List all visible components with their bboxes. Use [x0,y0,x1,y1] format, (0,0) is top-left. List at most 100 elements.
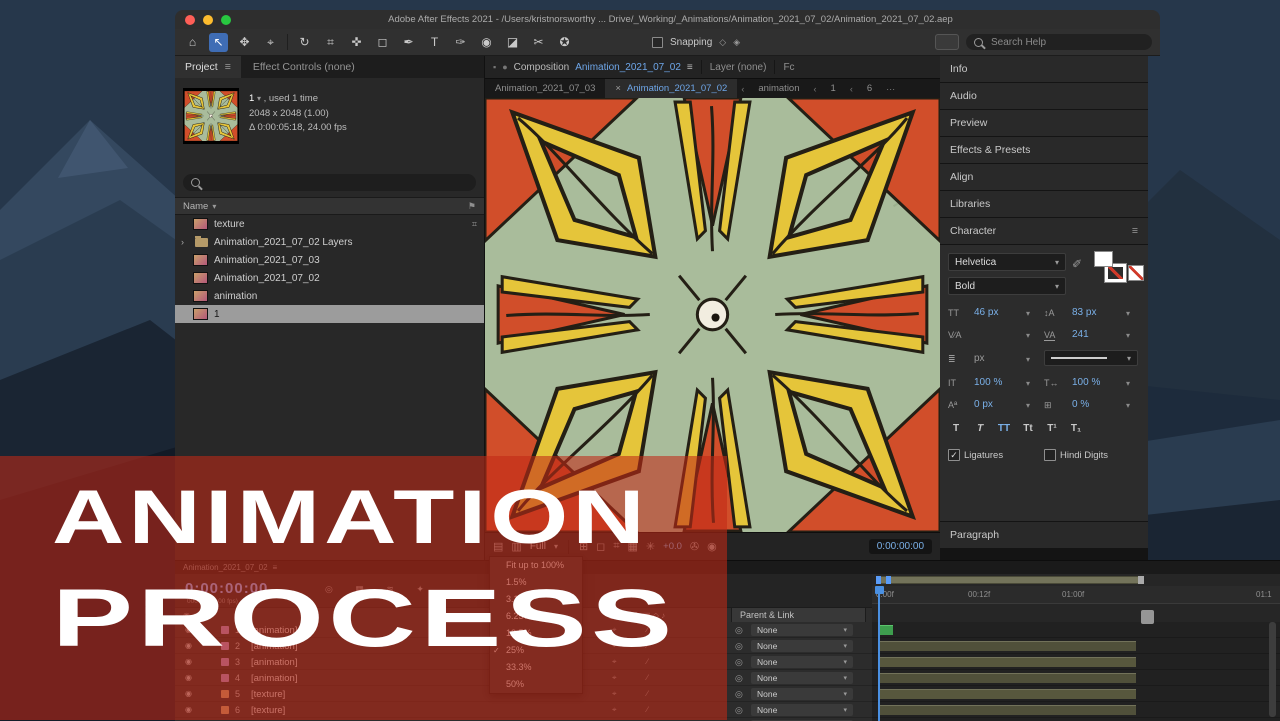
layer-tab[interactable]: Layer (none) [710,62,767,73]
tracking-value[interactable]: 241 [1072,329,1089,340]
rotate-tool[interactable]: ↻ [295,33,314,52]
parent-dropdown[interactable]: None▾ [751,672,853,684]
panel-paragraph-header[interactable]: Paragraph [940,522,1148,548]
small-caps-button[interactable]: Tt [1018,421,1038,437]
timeline-marker-handle[interactable] [1141,610,1154,624]
font-size-value[interactable]: 46 px [974,307,998,318]
faux-bold-button[interactable]: T [946,421,966,437]
close-window-button[interactable] [185,15,195,25]
list-item[interactable]: Animation_2021_07_03 [175,251,484,269]
zoom-window-button[interactable] [221,15,231,25]
list-item[interactable]: texture ⌗ [175,215,484,233]
pickwhip-icon[interactable]: ◎ [735,641,743,652]
vertical-scale-value[interactable]: 100 % [974,377,1002,388]
chevron-down-icon[interactable]: ▾ [1026,401,1030,410]
pickwhip-icon[interactable]: ◎ [735,657,743,668]
parent-link-header[interactable]: Parent & Link [731,608,866,623]
expander-chevron-icon[interactable]: › [181,237,189,247]
camera-tool[interactable]: ⌗ [321,33,340,52]
layer-duration-bar[interactable] [878,625,893,635]
chevron-down-icon[interactable]: ▾ [1126,401,1130,410]
close-icon[interactable]: × [615,79,621,99]
search-help-input[interactable] [989,36,1123,49]
pan-behind-tool[interactable]: ✜ [347,33,366,52]
tab-project[interactable]: Project ≡ [175,56,241,78]
ligatures-checkbox[interactable]: ✓ [948,449,960,461]
comp-tab-active[interactable]: × Animation_2021_07_02 [605,79,737,99]
name-column-header[interactable]: Name [183,201,208,212]
panel-character-header[interactable]: Character ≡ [940,218,1148,244]
panel-menu-icon[interactable]: ≡ [225,56,231,78]
leading-value[interactable]: 83 px [1072,307,1096,318]
shape-tool[interactable]: ◻ [373,33,392,52]
brush-tool[interactable]: ✑ [451,33,470,52]
list-item[interactable]: › Animation_2021_07_02 Layers [175,233,484,251]
home-tool[interactable]: ⌂ [183,33,202,52]
footage-tab[interactable]: Fc [783,62,794,73]
panel-audio[interactable]: Audio [940,83,1148,109]
roto-brush-tool[interactable]: ✂ [529,33,548,52]
hindi-digits-checkbox[interactable] [1044,449,1056,461]
zoom-tool[interactable]: ⌖ [261,33,280,52]
project-list-header[interactable]: Name ▾ ⚑ [175,197,484,215]
layer-duration-bar[interactable] [878,705,1136,715]
subscript-button[interactable]: T₁ [1066,421,1086,437]
stroke-width-value[interactable]: px [974,353,985,364]
baseline-shift-value[interactable]: 0 px [974,399,993,410]
font-family-dropdown[interactable]: Helvetica ▾ [948,253,1066,271]
parent-dropdown[interactable]: None▾ [751,624,853,636]
panel-libraries[interactable]: Libraries [940,191,1148,217]
viewer-timecode[interactable]: 0:00:00:00 [869,539,932,554]
minimize-window-button[interactable] [203,15,213,25]
flag-icon[interactable]: ⚑ [468,201,476,212]
composition-tab-name[interactable]: Animation_2021_07_02 [575,62,681,73]
chevron-down-icon[interactable]: ▾ [1126,331,1130,340]
parent-dropdown[interactable]: None▾ [751,688,853,700]
no-fill-swatch[interactable] [1128,265,1144,281]
chevron-down-icon[interactable]: ▾ [1026,309,1030,318]
chevron-down-icon[interactable]: ▾ [1026,331,1030,340]
type-tool[interactable]: T [425,33,444,52]
work-area-bar[interactable] [878,576,1140,584]
snap-option-icon-2[interactable]: ◈ [733,37,740,48]
chevron-down-icon[interactable]: ▾ [1126,309,1130,318]
work-area-marker[interactable] [886,576,891,584]
comp-tab-number[interactable]: 1 [821,79,846,99]
fill-color-swatch[interactable] [1094,251,1113,267]
panel-align[interactable]: Align [940,164,1148,190]
help-search-box[interactable] [966,34,1152,50]
chevron-down-icon[interactable]: ▾ [1126,379,1130,388]
workspace-button[interactable] [935,34,959,50]
pickwhip-icon[interactable]: ◎ [735,625,743,636]
layer-duration-bar[interactable] [878,673,1136,683]
chevron-left-icon[interactable]: ‹ [846,84,857,94]
panel-menu-icon[interactable]: ≡ [1132,225,1138,237]
flowchart-icon[interactable]: ⌗ [472,219,477,230]
playhead-line[interactable] [878,586,880,721]
hand-tool[interactable]: ✥ [235,33,254,52]
font-style-dropdown[interactable]: Bold ▾ [948,277,1066,295]
lock-icon[interactable]: ● [502,62,507,72]
eyedropper-icon[interactable]: ✐ [1072,257,1082,271]
panel-effects-presets[interactable]: Effects & Presets [940,137,1148,163]
comp-tab-number[interactable]: 6 [857,79,882,99]
parent-dropdown[interactable]: None▾ [751,656,853,668]
parent-dropdown[interactable]: None▾ [751,704,853,716]
panel-info[interactable]: Info [940,56,1148,82]
work-area-start-marker[interactable] [876,576,881,584]
tsume-value[interactable]: 0 % [1072,399,1089,410]
comp-tab[interactable]: animation [748,79,809,99]
puppet-pin-tool[interactable]: ✪ [555,33,574,52]
time-ruler[interactable]: 0:00f 00:12f 01:00f 01:1 [872,586,1280,604]
chevron-down-icon[interactable]: ▾ [1026,355,1030,364]
faux-italic-button[interactable]: T [968,421,991,437]
parent-dropdown[interactable]: None▾ [751,640,853,652]
clone-stamp-tool[interactable]: ◉ [477,33,496,52]
panel-menu-icon[interactable]: ≡ [687,62,693,73]
horizontal-scale-value[interactable]: 100 % [1072,377,1100,388]
snapping-checkbox[interactable] [652,37,663,48]
comp-tab[interactable]: Animation_2021_07_03 [485,79,605,99]
work-area-end-marker[interactable] [1138,576,1144,584]
panel-preview[interactable]: Preview [940,110,1148,136]
list-item[interactable]: Animation_2021_07_02 [175,269,484,287]
